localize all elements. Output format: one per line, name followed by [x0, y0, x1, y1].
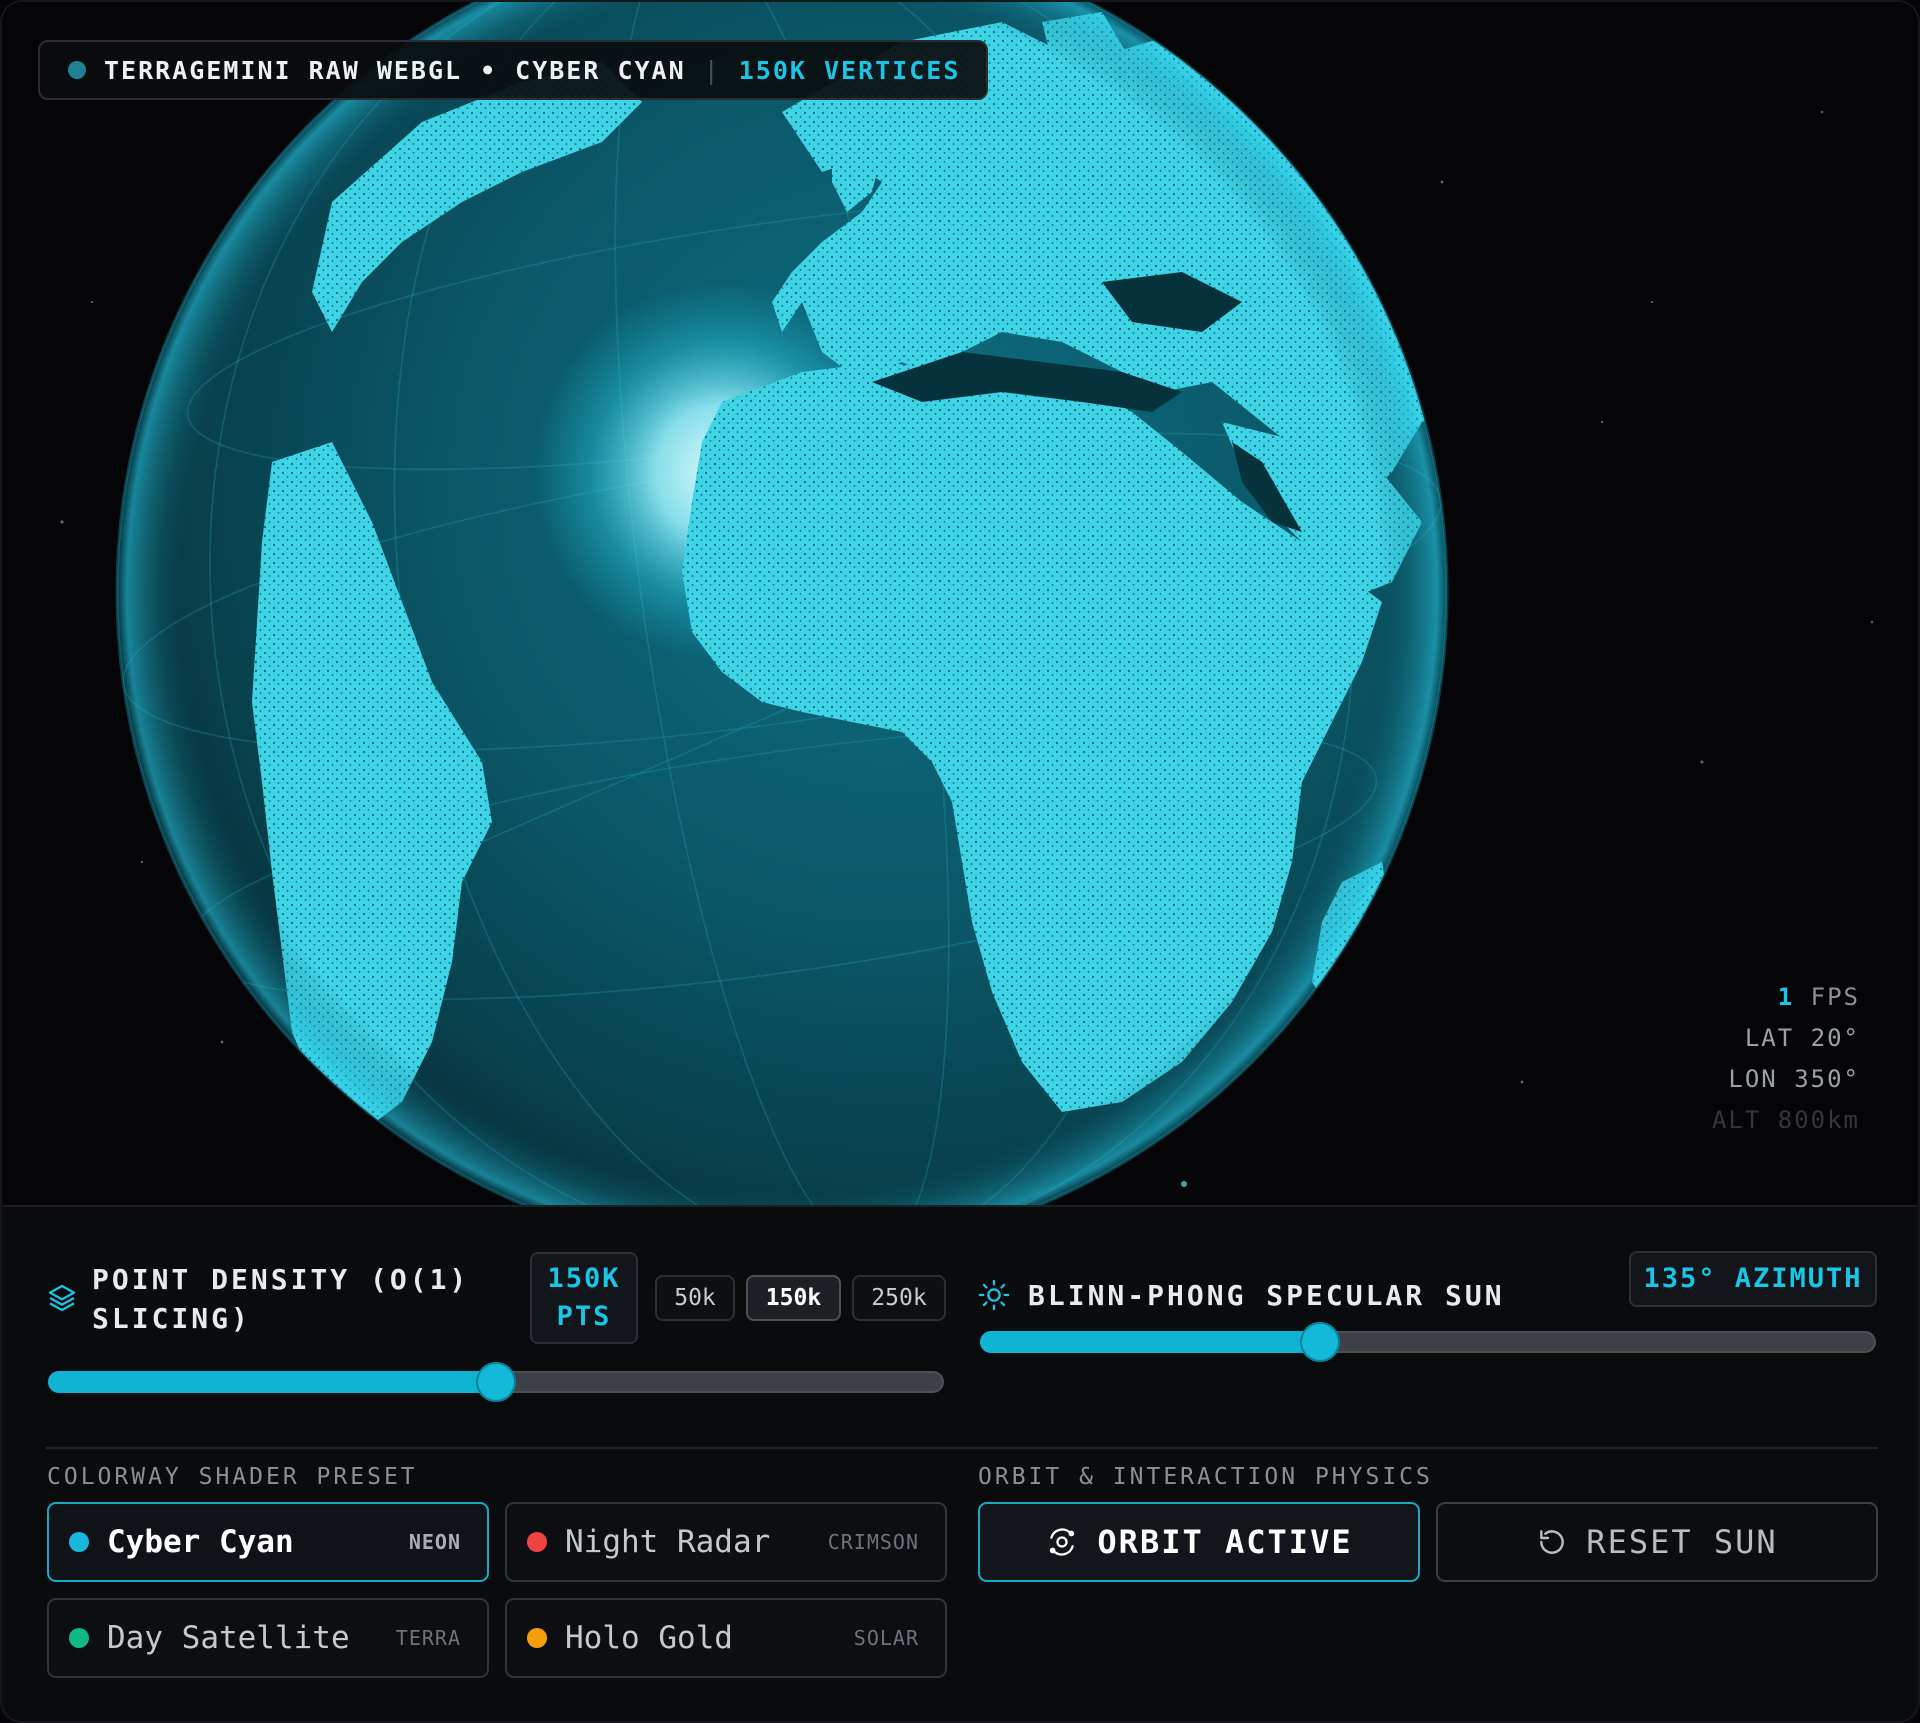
- theme-name: CYBER CYAN: [515, 55, 686, 85]
- reset-sun-button[interactable]: RESET SUN: [1436, 1502, 1878, 1582]
- preset-color-dot: [527, 1628, 547, 1648]
- point-density-heading-line2: SLICING): [92, 1302, 251, 1335]
- preset-color-dot: [69, 1532, 89, 1552]
- renderer-title-badge: TERRAGEMINI RAW WEBGL • CYBER CYAN | 150…: [38, 40, 989, 100]
- point-density-heading-line1: POINT DENSITY (O(1): [92, 1263, 470, 1296]
- fps-readout: 1 FPS: [1712, 977, 1860, 1018]
- preset-tag: CRIMSON: [827, 1530, 919, 1554]
- preset-day-satellite[interactable]: Day Satellite TERRA: [47, 1598, 489, 1678]
- globe-scene[interactable]: [2, 2, 1920, 1207]
- slider-thumb[interactable]: [1300, 1322, 1341, 1362]
- globe-sphere: [117, 2, 1447, 1205]
- point-count-unit: PTS: [556, 1301, 612, 1332]
- preset-color-dot: [69, 1628, 89, 1648]
- orbit-icon: [1050, 1528, 1075, 1556]
- point-count-badge: 150K PTS: [530, 1252, 638, 1344]
- reset-icon: [1540, 1530, 1565, 1554]
- title-bullet: •: [480, 55, 498, 85]
- slider-fill: [48, 1371, 496, 1393]
- vertex-count: 150K VERTICES: [738, 55, 961, 85]
- colorway-label: COLORWAY SHADER PRESET: [47, 1464, 418, 1490]
- preset-name: Day Satellite: [107, 1620, 350, 1656]
- slider-fill: [980, 1331, 1321, 1353]
- slider-thumb[interactable]: [476, 1362, 516, 1402]
- preset-night-radar[interactable]: Night Radar CRIMSON: [505, 1502, 947, 1582]
- orbit-button-label: ORBIT ACTIVE: [1097, 1523, 1353, 1561]
- point-density-heading: POINT DENSITY (O(1) SLICING): [92, 1260, 469, 1338]
- preset-name: Night Radar: [565, 1524, 771, 1560]
- azimuth-badge: 135° AZIMUTH: [1629, 1251, 1877, 1307]
- preset-name: Cyber Cyan: [107, 1524, 294, 1560]
- density-chip-250k[interactable]: 250k: [852, 1275, 946, 1321]
- fps-label: FPS: [1810, 983, 1860, 1011]
- preset-tag: SOLAR: [853, 1626, 919, 1650]
- title-separator: |: [703, 55, 721, 85]
- longitude-readout: LON 350°: [1728, 1065, 1860, 1093]
- control-panel: POINT DENSITY (O(1) SLICING) 150K PTS 50…: [2, 1209, 1918, 1721]
- status-dot: [68, 61, 86, 79]
- latitude-readout: LAT 20°: [1744, 1024, 1860, 1052]
- sun-icon: [978, 1279, 1010, 1311]
- telemetry-readout: 1 FPS LAT 20° LON 350° ALT 800km: [1712, 977, 1860, 1141]
- preset-color-dot: [527, 1532, 547, 1552]
- altitude-readout: ALT 800km: [1711, 1106, 1860, 1134]
- sun-azimuth-slider[interactable]: [980, 1322, 1876, 1362]
- reset-button-label: RESET SUN: [1586, 1523, 1778, 1561]
- sun-heading: BLINN-PHONG SPECULAR SUN: [1028, 1279, 1505, 1312]
- physics-label: ORBIT & INTERACTION PHYSICS: [978, 1464, 1433, 1490]
- section-divider: [46, 1447, 1878, 1449]
- point-count-value: 150K: [547, 1263, 621, 1294]
- fps-value: 1: [1777, 983, 1795, 1011]
- orbit-toggle-button[interactable]: ORBIT ACTIVE: [978, 1502, 1420, 1582]
- density-chip-50k[interactable]: 50k: [655, 1275, 735, 1321]
- preset-tag: NEON: [408, 1530, 461, 1554]
- preset-cyber-cyan[interactable]: Cyber Cyan NEON: [47, 1502, 489, 1582]
- globe-viewport[interactable]: TERRAGEMINI RAW WEBGL • CYBER CYAN | 150…: [2, 2, 1920, 1207]
- app-window: TERRAGEMINI RAW WEBGL • CYBER CYAN | 150…: [0, 0, 1920, 1723]
- renderer-name: TERRAGEMINI RAW WEBGL: [104, 55, 463, 85]
- point-density-slider[interactable]: [48, 1362, 944, 1402]
- layers-icon: [48, 1284, 76, 1312]
- preset-holo-gold[interactable]: Holo Gold SOLAR: [505, 1598, 947, 1678]
- preset-name: Holo Gold: [565, 1620, 733, 1656]
- preset-tag: TERRA: [395, 1626, 461, 1650]
- density-chip-150k[interactable]: 150k: [746, 1275, 841, 1321]
